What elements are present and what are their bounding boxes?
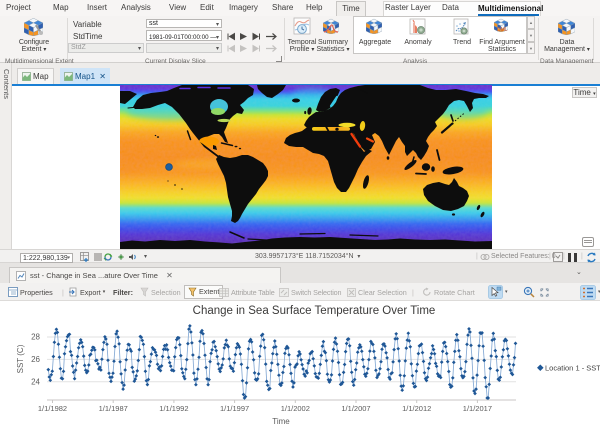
svg-text:1/1/1982: 1/1/1982 (38, 404, 67, 413)
svg-text:28: 28 (31, 333, 40, 342)
svg-text:Location 1 - SST: Location 1 - SST (545, 363, 600, 372)
svg-text:1/1/2017: 1/1/2017 (463, 404, 492, 413)
svg-text:SST (C): SST (C) (16, 344, 25, 373)
svg-text:1/1/2007: 1/1/2007 (341, 404, 370, 413)
svg-text:1/1/2002: 1/1/2002 (281, 404, 310, 413)
svg-text:DML: DML (497, 27, 508, 32)
svg-text:1/1/1997: 1/1/1997 (220, 404, 249, 413)
svg-text:1/1/1987: 1/1/1987 (99, 404, 128, 413)
svg-text:24: 24 (31, 377, 40, 386)
svg-text:1/1/1992: 1/1/1992 (159, 404, 188, 413)
svg-text:26: 26 (31, 355, 40, 364)
svg-text:1/1/2012: 1/1/2012 (402, 404, 431, 413)
svg-text:Time: Time (272, 417, 290, 426)
